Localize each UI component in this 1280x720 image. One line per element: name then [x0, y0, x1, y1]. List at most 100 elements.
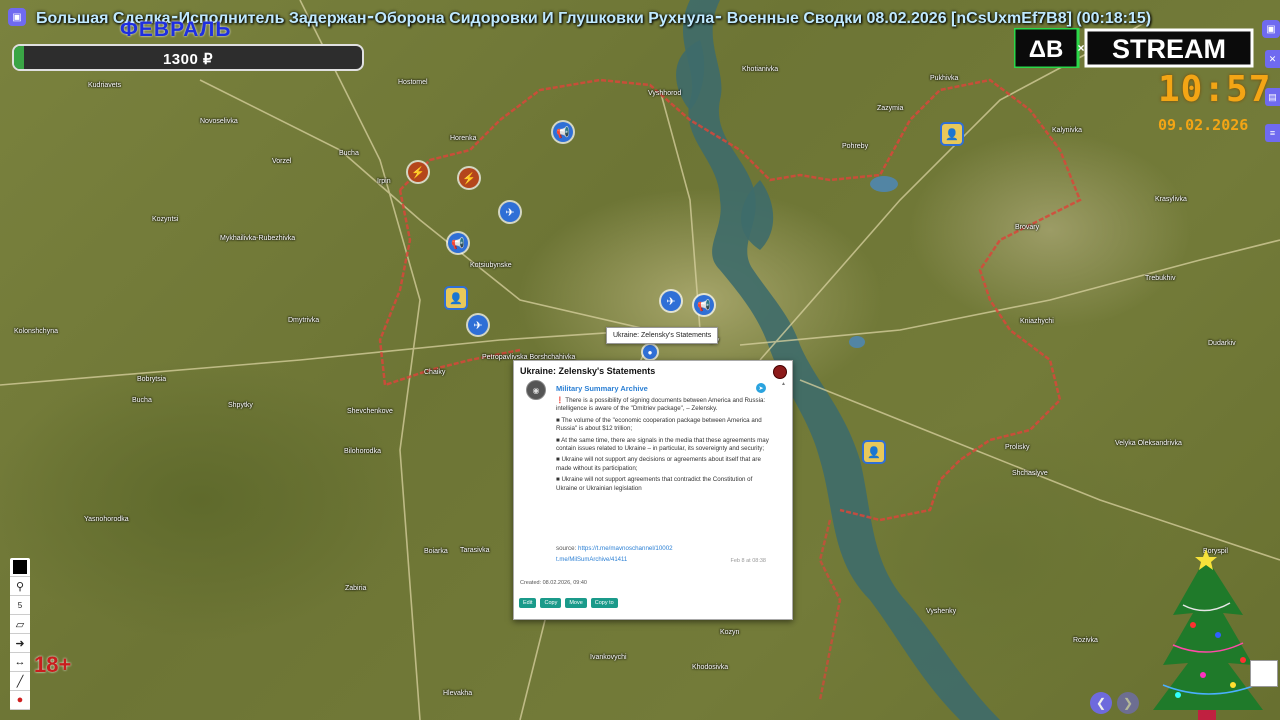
person-icon-marker[interactable]: 👤: [942, 124, 962, 144]
measure-icon[interactable]: ↔: [10, 653, 30, 672]
place-label: Dudarkiv: [1208, 340, 1236, 347]
megaphone-icon-marker[interactable]: 📢: [694, 295, 714, 315]
polygon-icon[interactable]: ▱: [10, 615, 30, 634]
place-label: Hostomel: [398, 79, 428, 86]
svg-text:×: ×: [1077, 41, 1084, 55]
place-label: Zabiria: [345, 585, 367, 592]
stream-clock: 10:57: [1158, 69, 1272, 110]
place-label: Pukhivka: [930, 75, 959, 82]
arrow-icon[interactable]: ➜: [10, 634, 30, 653]
side-expand-icon[interactable]: ✕: [1265, 50, 1280, 68]
popup-paragraph: ■ Ukraine will not support agreements th…: [556, 476, 753, 492]
place-label: Hlevakha: [443, 690, 473, 697]
drone-icon-marker[interactable]: ✈: [500, 202, 520, 222]
lightning-icon-marker[interactable]: ⚡: [459, 168, 479, 188]
copy-to-button[interactable]: Copy to: [590, 598, 618, 608]
place-label: Vyshenky: [926, 608, 957, 615]
side-chat-icon[interactable]: ▤: [1265, 88, 1280, 106]
frontline-south: [818, 519, 842, 701]
place-label: Khodosivka: [692, 664, 729, 671]
donation-goal-amount: 1300 ₽: [162, 51, 214, 68]
place-label: Tarasivka: [460, 547, 490, 554]
place-label: Krasylivka: [1155, 196, 1187, 203]
telegram-icon: ➤: [756, 383, 766, 393]
size-icon[interactable]: 5: [10, 596, 30, 615]
place-label: Kotsiubynske: [470, 262, 512, 269]
menu-icon[interactable]: ▣: [8, 8, 26, 26]
place-label: Velyka Oleksandrivka: [1115, 440, 1182, 447]
place-label: Bucha: [339, 150, 359, 157]
channel-avatar: ◉: [526, 380, 546, 400]
color-swatch-icon[interactable]: [10, 558, 30, 577]
place-label: Vorzel: [272, 158, 292, 165]
place-label: Bobrytsia: [137, 376, 167, 383]
place-label: Kudriavets: [88, 82, 122, 89]
dbstream-logo: ΔB STREAM ×: [1014, 28, 1254, 68]
logo-right-text: STREAM: [1112, 34, 1226, 64]
copy-button[interactable]: Copy: [540, 598, 562, 608]
side-list-icon[interactable]: ≡: [1265, 124, 1280, 142]
drone-icon-marker[interactable]: ✈: [661, 291, 681, 311]
person-icon-marker[interactable]: 👤: [446, 288, 466, 308]
place-label: Trebukhiv: [1145, 275, 1176, 282]
popup-source: source: https://t.me/mavnoschannel/10002: [556, 545, 772, 552]
megaphone-icon-marker[interactable]: 📢: [448, 233, 468, 253]
map-pin-icon[interactable]: ●: [643, 345, 657, 359]
place-label: Dmytrivka: [288, 317, 320, 324]
lightning-icon-marker[interactable]: ⚡: [408, 162, 428, 182]
place-label: Zazymia: [877, 105, 904, 112]
popup-actions: Edit Copy Move Copy to: [519, 598, 618, 608]
minimap-box[interactable]: [1250, 660, 1278, 687]
place-label: Kalynivka: [1052, 127, 1082, 134]
place-label: Irpin: [377, 178, 391, 185]
drawing-toolbar: ⚲ 5 ▱ ➜ ↔ ╱ ●: [10, 558, 30, 710]
archive-link[interactable]: t.me/MilSumArchive/41411: [556, 557, 627, 563]
lake: [870, 176, 898, 192]
place-label: Brovary: [1015, 224, 1040, 231]
place-label: Prolisky: [1005, 444, 1030, 451]
move-button[interactable]: Move: [565, 598, 587, 608]
month-label: ФЕВРАЛЬ: [120, 18, 232, 41]
place-label: Kozyn: [720, 629, 740, 636]
marker-pin-icon[interactable]: ⚲: [10, 577, 30, 596]
created-timestamp: Created: 08.02.2026, 09:40: [520, 580, 587, 586]
edit-button[interactable]: Edit: [519, 598, 537, 608]
popup-channel-name[interactable]: Military Summary Archive: [556, 384, 648, 393]
megaphone-icon-marker[interactable]: 📢: [553, 122, 573, 142]
marker-tooltip: Ukraine: Zelensky's Statements: [606, 327, 719, 344]
place-label: Kolonshchyna: [14, 328, 58, 335]
source-label: source:: [556, 545, 577, 552]
christmas-tree-decoration: [1153, 549, 1263, 720]
point-icon[interactable]: ●: [10, 691, 30, 710]
place-label: Horenka: [450, 135, 477, 142]
place-label: Vyshhorod: [648, 90, 682, 97]
popup-message-body: ❗ There is a possibility of signing docu…: [556, 397, 770, 496]
previous-icon[interactable]: ❮: [1090, 692, 1112, 714]
next-icon[interactable]: ❯: [1117, 692, 1139, 714]
close-icon[interactable]: [773, 365, 787, 379]
source-link[interactable]: https://t.me/mavnoschannel/10002: [578, 545, 673, 552]
place-label: Shchaslyve: [1012, 470, 1048, 477]
place-label: Boiarka: [424, 548, 448, 555]
line-icon[interactable]: ╱: [10, 672, 30, 691]
place-label: Shevchenkove: [347, 408, 393, 415]
place-label: Kozyntsi: [152, 216, 179, 223]
logo-left-text: ΔB: [1029, 36, 1064, 63]
drone-icon-marker[interactable]: ✈: [468, 315, 488, 335]
place-label: Shpytky: [228, 402, 253, 409]
place-label: Khotianivka: [742, 66, 779, 73]
scroll-up-icon[interactable]: ▲: [781, 381, 786, 387]
popup-title: Ukraine: Zelensky's Statements: [520, 366, 656, 376]
place-label: Ivankovychi: [590, 654, 627, 661]
place-label: Pohreby: [842, 143, 869, 150]
place-label: Kniazhychi: [1020, 318, 1054, 325]
popup-paragraph: ■ The volume of the "economic cooperatio…: [556, 416, 762, 433]
panel-toggle-icon[interactable]: ▣: [1262, 20, 1280, 38]
person-icon-marker[interactable]: 👤: [864, 442, 884, 462]
place-label: Yasnohorodka: [84, 516, 129, 523]
place-label: Chaiky: [424, 369, 446, 376]
place-label: Rozivka: [1073, 637, 1098, 644]
post-time: Feb 8 at 08:38: [730, 558, 766, 564]
place-label: Novoselivka: [200, 118, 238, 125]
place-label: Bucha: [132, 397, 152, 404]
